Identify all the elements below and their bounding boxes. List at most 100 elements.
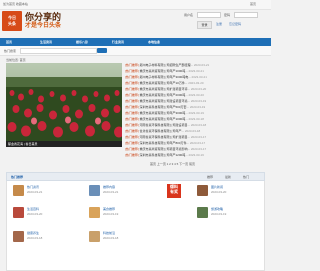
logo-text-line2: 头条 — [8, 21, 16, 26]
logo-text-line1: 今日 — [8, 15, 16, 20]
list-item[interactable]: 热门资讯 2023-03-21 — [13, 185, 73, 200]
item-thumbnail[interactable] — [197, 185, 208, 196]
news-date: 2023-03-17 — [190, 147, 207, 151]
list-item[interactable]: 旅游攻略 2023-03-19 — [197, 207, 257, 222]
news-date: 2023-03-19 — [189, 105, 206, 109]
list-item[interactable]: [热门推荐] 甘肃省某环保科技有限公司年产... 2023-03-18 — [125, 129, 265, 134]
item-title[interactable]: 图片新闻 — [211, 185, 223, 189]
news-title[interactable]: 深圳市某科技有限公司年产500万套... — [140, 105, 190, 109]
list-item[interactable]: 推荐内容 2023-03-21 — [89, 185, 149, 200]
username-input[interactable] — [197, 12, 221, 18]
news-date: 2023-03-21 — [188, 69, 204, 73]
list-item[interactable]: [热门推荐] 郑州电子材料有限公司年产3000吨电... 2023-03-21 — [125, 75, 265, 80]
list-item[interactable]: [热门推荐] 重庆市某商贸有限公司年产2000吨... 2023-03-20 — [125, 93, 265, 98]
news-title[interactable]: 深圳市某科技有限公司年产1200吨... — [140, 153, 188, 157]
news-title[interactable]: 甘肃省某环保科技有限公司年产... — [140, 129, 185, 133]
nav-item-entertainment[interactable]: 娱乐八卦 — [76, 40, 88, 44]
tab-latest[interactable]: 最新 — [225, 175, 231, 179]
news-date: 2023-03-20 — [188, 93, 204, 97]
news-title[interactable]: 重庆市某商贸有限公司年产3000吨... — [140, 111, 188, 115]
list-item[interactable]: [热门推荐] 深圳市某科技有限公司年产1200吨... 2023-03-16 — [125, 153, 265, 158]
forgot-password-link[interactable]: 忘记密码 — [229, 22, 241, 26]
news-title[interactable]: 河南省某环保科技有限公司建设项目... — [140, 123, 191, 127]
list-item[interactable]: [热门推荐] 重庆市某商贸有限公司年产3000吨... 2023-03-19 — [125, 111, 265, 116]
tab-hot[interactable]: 热门 — [243, 175, 249, 179]
news-date: 2023-03-20 — [190, 87, 207, 91]
item-date: 2023-03-21 — [103, 190, 119, 194]
item-title[interactable]: 生活百科 — [27, 207, 39, 211]
news-title[interactable]: 重庆市某商贸有限公司年产1000吨... — [140, 117, 188, 121]
top-links[interactable]: 加为首页 收藏本站 — [3, 2, 28, 6]
item-thumbnail[interactable] — [13, 185, 24, 196]
news-title[interactable]: 郑州电子材料有限公司年产3000吨电... — [140, 75, 191, 79]
item-title[interactable]: 推荐内容 — [103, 185, 115, 189]
news-title[interactable]: 深圳市某科技有限公司年产800万件... — [140, 141, 190, 145]
news-tag: [热门推荐] — [125, 111, 139, 115]
list-item[interactable]: [热门推荐] 深圳市某科技有限公司年产800万件... 2023-03-17 — [125, 141, 265, 146]
news-date: 2023-03-18 — [190, 123, 207, 127]
list-item[interactable]: [热门推荐] 河南省某环保科技有限公司扩建项目... 2023-03-17 — [125, 135, 265, 140]
item-thumbnail[interactable] — [89, 207, 100, 218]
list-item[interactable]: [热门推荐] 重庆市某商贸有限公司年产1000吨... 2023-03-21 — [125, 69, 265, 74]
brand-slogan: 才是今日头条 — [25, 23, 62, 29]
item-thumbnail[interactable] — [13, 231, 24, 242]
news-title[interactable]: 郑州电子材料有限公司招聘生产部经理... — [140, 63, 194, 67]
promo-badge[interactable]: 爆料 有奖 — [167, 184, 181, 198]
news-title[interactable]: 重庆市某商贸有限公司年产10万件... — [140, 81, 188, 85]
breadcrumb: 当前位置: 首页 — [6, 58, 26, 62]
news-title[interactable]: 河南省某环保科技有限公司扩建项目... — [140, 135, 191, 139]
news-title[interactable]: 重庆市某商贸有限公司建设项目环境... — [140, 99, 191, 103]
news-title[interactable]: 重庆市某商贸有限公司年产1000吨... — [140, 69, 188, 73]
tab-recommend[interactable]: 推荐 — [207, 175, 213, 179]
nav-item-local[interactable]: 本地信息 — [148, 40, 160, 44]
list-item[interactable]: [热门推荐] 重庆市某商贸有限公司扩建项目环评... 2023-03-20 — [125, 87, 265, 92]
item-date: 2023-03-19 — [103, 212, 119, 216]
list-item[interactable]: [热门推荐] 郑州电子材料有限公司招聘生产部经理... 2023-03-21 — [125, 63, 265, 68]
item-thumbnail[interactable] — [197, 207, 208, 218]
item-title[interactable]: 美食推荐 — [103, 207, 115, 211]
password-input[interactable] — [234, 12, 258, 18]
item-thumbnail[interactable] — [13, 207, 24, 218]
item-thumbnail[interactable] — [89, 185, 100, 196]
news-tag: [热门推荐] — [125, 123, 139, 127]
main-nav: 首页 生活资讯 娱乐八卦 行业资讯 本地信息 — [0, 38, 271, 46]
home-link[interactable]: 首页 — [250, 2, 256, 6]
list-item[interactable]: 生活百科 2023-03-20 — [13, 207, 73, 222]
list-item[interactable]: 美食推荐 2023-03-19 — [89, 207, 149, 222]
item-date: 2023-03-20 — [27, 212, 43, 216]
item-date: 2023-03-19 — [211, 212, 227, 216]
item-thumbnail[interactable] — [89, 231, 100, 242]
item-title[interactable]: 热门资讯 — [27, 185, 39, 189]
list-item[interactable]: 科技前沿 2023-03-18 — [89, 231, 149, 246]
search-button[interactable] — [97, 48, 107, 53]
nav-item-life[interactable]: 生活资讯 — [40, 40, 52, 44]
list-item[interactable]: [热门推荐] 重庆市某商贸有限公司项目环境影响... 2023-03-17 — [125, 147, 265, 152]
search-input[interactable] — [20, 48, 97, 54]
news-title[interactable]: 重庆市某商贸有限公司年产2000吨... — [140, 93, 188, 97]
list-item[interactable]: [热门推荐] 重庆市某商贸有限公司建设项目环境... 2023-03-19 — [125, 99, 265, 104]
news-title[interactable]: 重庆市某商贸有限公司项目环境影响... — [140, 147, 191, 151]
nav-item-industry[interactable]: 行业资讯 — [112, 40, 124, 44]
password-label: 密码 — [224, 13, 231, 17]
news-date: 2023-03-21 — [191, 75, 207, 79]
pagination[interactable]: 首页 上一页 1 2 3 4 5 下一页 尾页 — [150, 162, 195, 166]
list-item[interactable]: [热门推荐] 河南省某环保科技有限公司建设项目... 2023-03-18 — [125, 123, 265, 128]
list-item[interactable]: [热门推荐] 深圳市某科技有限公司年产500万套... 2023-03-19 — [125, 105, 265, 110]
banner-image[interactable] — [6, 63, 122, 141]
list-item[interactable]: [热门推荐] 重庆市某商贸有限公司年产1000吨... 2023-03-18 — [125, 117, 265, 122]
item-title[interactable]: 健康养生 — [27, 231, 39, 235]
register-link[interactable]: 注册 — [216, 22, 222, 26]
list-item[interactable]: 图片新闻 2023-03-20 — [197, 185, 257, 200]
nav-item-home[interactable]: 首页 — [6, 40, 12, 44]
site-logo[interactable]: 今日 头条 — [2, 11, 22, 31]
news-date: 2023-03-20 — [188, 81, 204, 85]
banner-caption: 郁金香花海 | 春日美景 — [6, 141, 122, 147]
list-item[interactable]: [热门推荐] 重庆市某商贸有限公司年产10万件... 2023-03-20 — [125, 81, 265, 86]
login-button[interactable]: 登录 — [197, 21, 212, 29]
item-date: 2023-03-21 — [27, 190, 43, 194]
news-date: 2023-03-16 — [188, 153, 204, 157]
news-title[interactable]: 重庆市某商贸有限公司扩建项目环评... — [140, 87, 191, 91]
item-title[interactable]: 旅游攻略 — [211, 207, 223, 211]
list-item[interactable]: 健康养生 2023-03-18 — [13, 231, 73, 246]
item-title[interactable]: 科技前沿 — [103, 231, 115, 235]
